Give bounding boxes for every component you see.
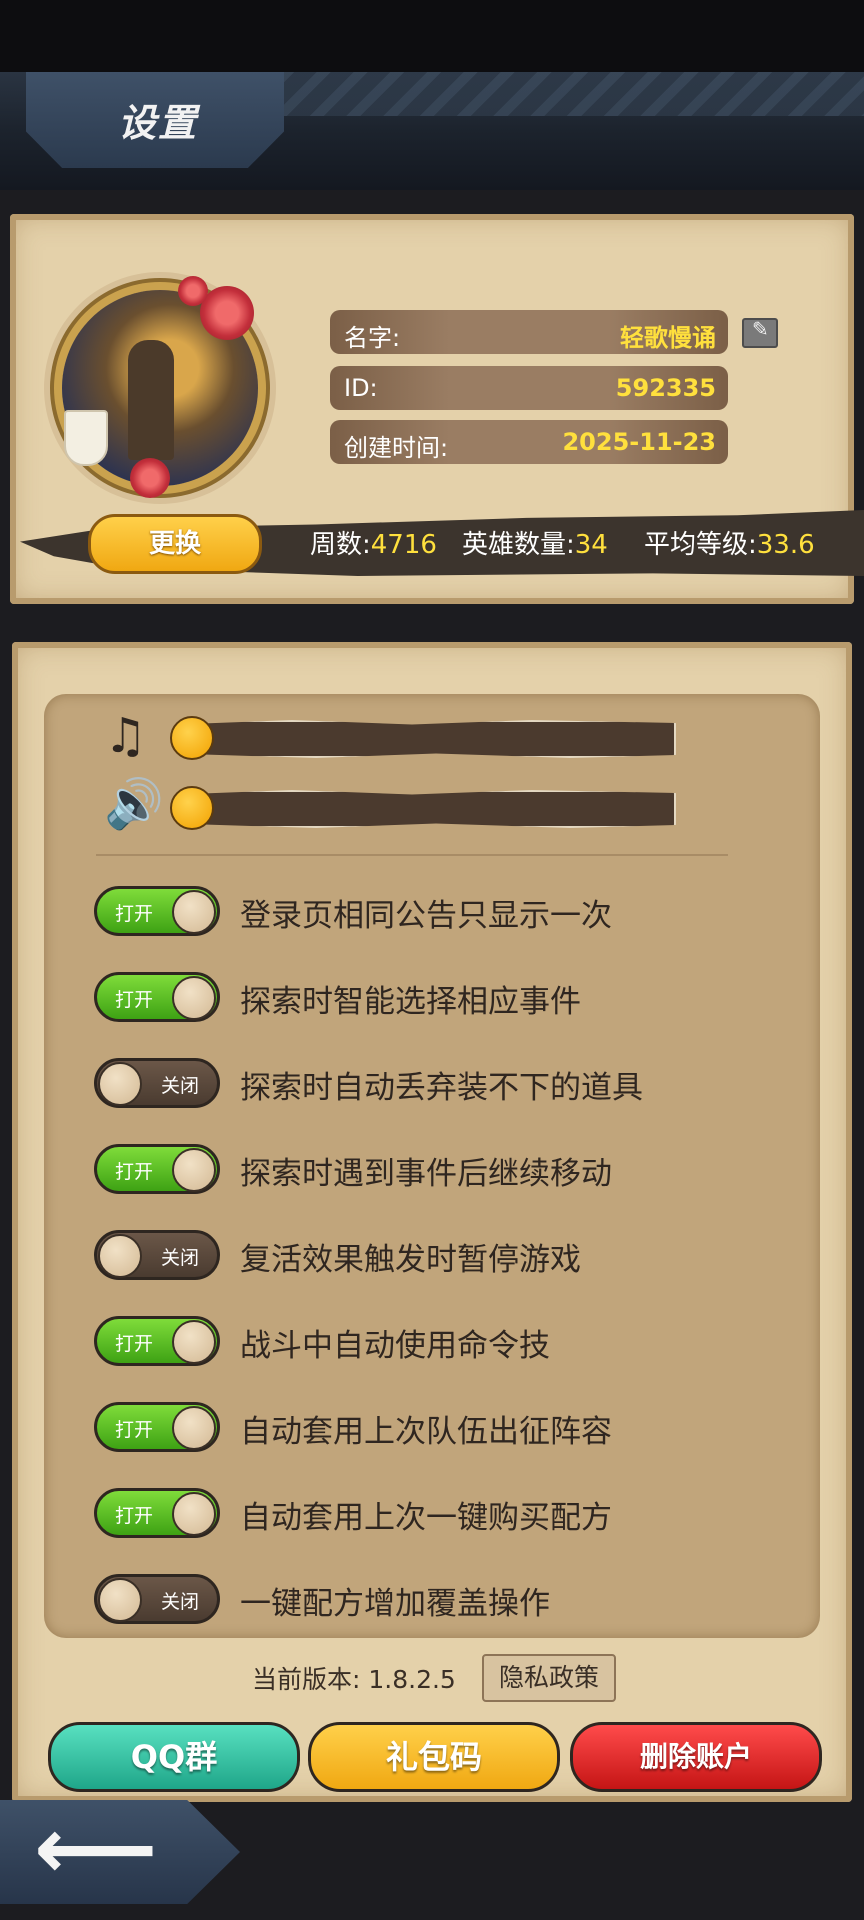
- toggle-state-label: 关闭: [160, 1591, 199, 1613]
- setting-label: 一键配方增加覆盖操作: [240, 1586, 550, 1622]
- avg-level-label: 平均等级:: [644, 530, 757, 560]
- version-text: 当前版本: 1.8.2.5: [252, 1665, 456, 1694]
- setting-label: 复活效果触发时暂停游戏: [240, 1242, 581, 1278]
- setting-toggle[interactable]: 关闭: [94, 1230, 220, 1280]
- toggle-knob: [172, 976, 216, 1020]
- setting-label: 自动套用上次一键购买配方: [240, 1500, 612, 1536]
- toggle-knob: [172, 1406, 216, 1450]
- back-arrow-icon: ⟵: [34, 1799, 158, 1899]
- divider: [96, 854, 728, 856]
- weeks-value: 4716: [370, 530, 437, 560]
- setting-label: 自动套用上次队伍出征阵容: [240, 1414, 612, 1450]
- setting-toggle[interactable]: 打开: [94, 1402, 220, 1452]
- weeks-stat: 周数:4716: [310, 524, 437, 561]
- toggle-knob: [98, 1062, 142, 1106]
- toggle-state-label: 打开: [115, 989, 154, 1011]
- setting-label: 探索时遇到事件后继续移动: [240, 1156, 612, 1192]
- setting-toggle[interactable]: 打开: [94, 1488, 220, 1538]
- page-title: 设置: [118, 101, 199, 145]
- rose-decoration-icon: [200, 286, 254, 340]
- toggle-state-label: 打开: [115, 1161, 154, 1183]
- music-volume-knob[interactable]: [170, 716, 214, 760]
- toggle-state-label: 打开: [115, 1419, 154, 1441]
- setting-toggle[interactable]: 打开: [94, 886, 220, 936]
- id-value: 592335: [615, 374, 716, 402]
- toggle-knob: [98, 1234, 142, 1278]
- created-label: 创建时间:: [344, 434, 449, 462]
- avg-level-stat: 平均等级:33.6: [644, 524, 815, 561]
- id-label: ID:: [344, 374, 378, 402]
- weeks-label: 周数:: [310, 530, 371, 560]
- toggle-knob: [172, 1320, 216, 1364]
- privacy-policy-button[interactable]: 隐私政策: [482, 1654, 616, 1702]
- gift-code-button[interactable]: 礼包码: [308, 1722, 560, 1792]
- heroes-stat: 英雄数量:34: [462, 524, 608, 561]
- name-row: 名字: 轻歌慢诵: [330, 310, 728, 354]
- toggle-state-label: 关闭: [160, 1075, 199, 1097]
- setting-toggle[interactable]: 打开: [94, 1144, 220, 1194]
- rose-decoration-icon: [130, 458, 170, 498]
- created-value: 2025-11-23: [562, 428, 716, 456]
- heroes-label: 英雄数量:: [462, 530, 575, 560]
- toggle-state-label: 打开: [115, 903, 154, 925]
- toggle-state-label: 打开: [115, 1333, 154, 1355]
- toggle-knob: [172, 1148, 216, 1192]
- name-value: 轻歌慢诵: [620, 324, 716, 352]
- speaker-icon: 🔊: [104, 776, 164, 832]
- setting-toggle[interactable]: 关闭: [94, 1574, 220, 1624]
- toggle-knob: [172, 1492, 216, 1536]
- avatar-figure: [128, 340, 174, 460]
- setting-toggle[interactable]: 打开: [94, 972, 220, 1022]
- avg-level-value: 33.6: [756, 530, 815, 560]
- status-bar-area: [0, 0, 864, 72]
- music-volume-track[interactable]: [196, 720, 676, 758]
- change-avatar-button[interactable]: 更换: [88, 514, 262, 574]
- id-row: ID: 592335: [330, 366, 728, 410]
- setting-toggle[interactable]: 关闭: [94, 1058, 220, 1108]
- setting-label: 探索时自动丢弃装不下的道具: [240, 1070, 643, 1106]
- toggle-knob: [172, 890, 216, 934]
- toggle-state-label: 关闭: [160, 1247, 199, 1269]
- setting-toggle[interactable]: 打开: [94, 1316, 220, 1366]
- toggle-state-label: 打开: [115, 1505, 154, 1527]
- fan-decoration-icon: [64, 410, 108, 466]
- delete-account-button[interactable]: 删除账户: [570, 1722, 822, 1792]
- edit-name-icon[interactable]: [742, 317, 778, 348]
- music-note-icon: ♫: [104, 708, 148, 764]
- sound-volume-track[interactable]: [196, 790, 676, 828]
- setting-label: 战斗中自动使用命令技: [240, 1328, 550, 1364]
- created-row: 创建时间: 2025-11-23: [330, 420, 728, 464]
- heroes-value: 34: [574, 530, 608, 560]
- setting-label: 登录页相同公告只显示一次: [240, 898, 612, 934]
- setting-label: 探索时智能选择相应事件: [240, 984, 581, 1020]
- sound-volume-knob[interactable]: [170, 786, 214, 830]
- rose-decoration-icon: [178, 276, 208, 306]
- toggle-knob: [98, 1578, 142, 1622]
- name-label: 名字:: [344, 324, 401, 352]
- qq-group-button[interactable]: QQ群: [48, 1722, 300, 1792]
